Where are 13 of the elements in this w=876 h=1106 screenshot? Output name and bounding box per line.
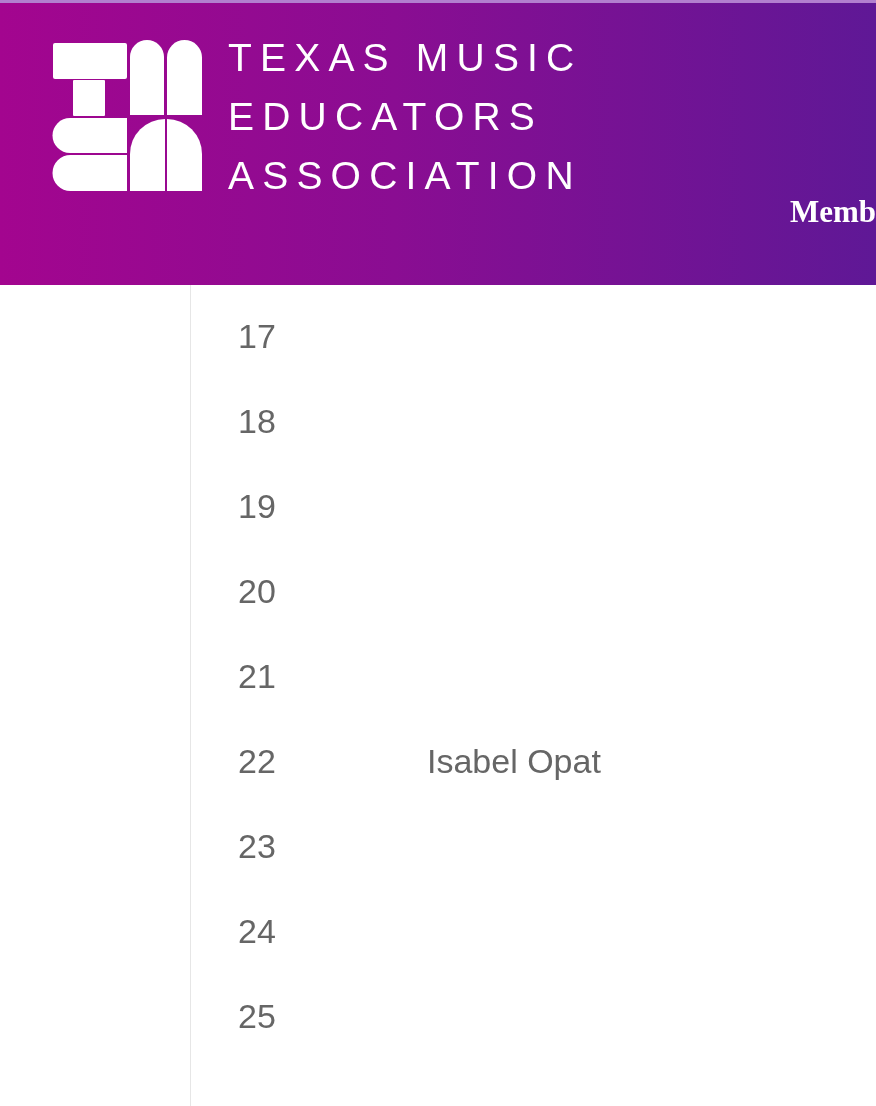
row-number: 21 xyxy=(238,655,276,696)
row-number: 17 xyxy=(238,315,276,356)
row-number: 24 xyxy=(238,910,276,951)
row-number: 20 xyxy=(238,570,276,611)
nav-link[interactable]: Memb xyxy=(789,192,876,232)
row-number: 25 xyxy=(238,995,276,1036)
row-number: 19 xyxy=(238,485,276,526)
logo-mark-icon xyxy=(52,40,203,192)
row-number: 22 xyxy=(238,740,276,781)
row-number: 23 xyxy=(238,825,276,866)
row-number: 18 xyxy=(238,400,276,441)
member-name: Isabel Opat xyxy=(427,740,601,781)
logo-wordmark: TEXAS MUSIC EDUCATORS ASSOCIATION xyxy=(228,35,583,199)
